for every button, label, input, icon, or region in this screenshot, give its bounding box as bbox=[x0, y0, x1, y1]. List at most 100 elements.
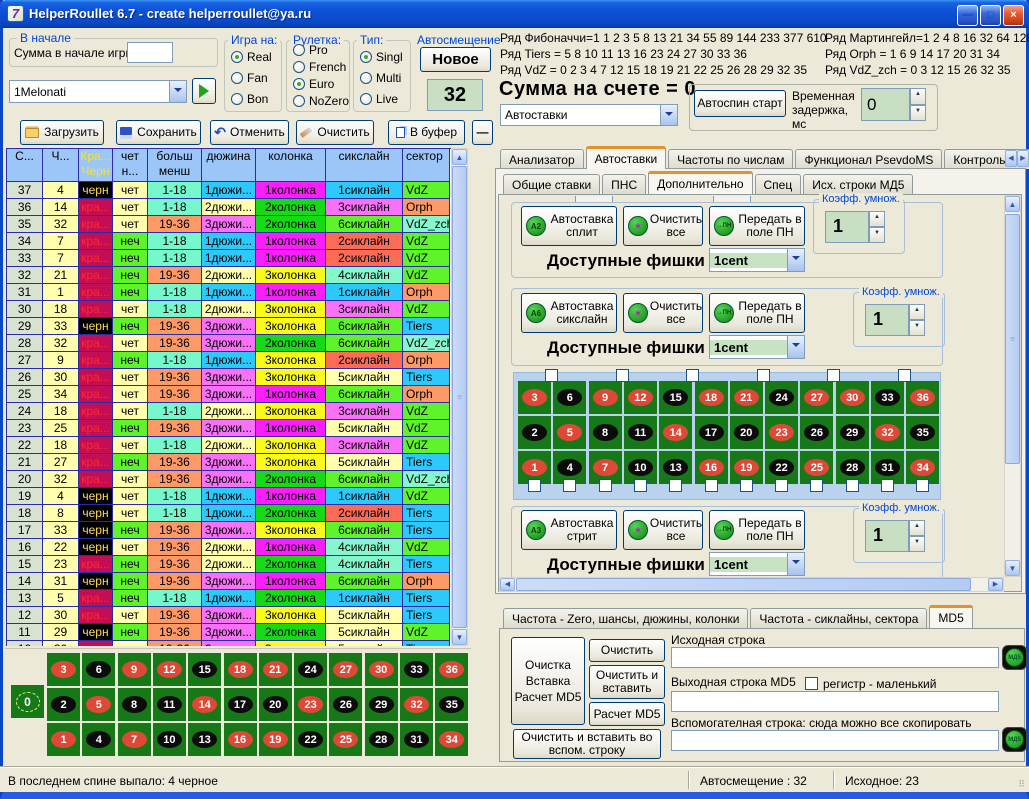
scroll-down-icon[interactable]: ▼ bbox=[452, 629, 467, 645]
autobet-split-button[interactable]: A2 Автоставка сплит bbox=[521, 206, 617, 246]
md5-clear-paste-button[interactable]: Очистить и вставить bbox=[589, 665, 665, 699]
pane-hscrollbar[interactable]: ◀ ▶ bbox=[499, 577, 1004, 592]
radio-option-singl[interactable]: Singl bbox=[360, 48, 403, 65]
md5-run-button-1[interactable]: МД5 bbox=[1002, 645, 1027, 670]
board-cell-28[interactable]: 28 bbox=[365, 723, 398, 756]
transfer-button-1[interactable]: →ПН Передать в поле ПН bbox=[709, 206, 805, 246]
scroll-right-icon[interactable]: ▶ bbox=[988, 578, 1003, 591]
board-cell-32[interactable]: 32 bbox=[400, 688, 433, 721]
street-checkbox[interactable] bbox=[810, 479, 823, 492]
clear-button[interactable]: Очистить bbox=[296, 120, 374, 145]
street-checkbox[interactable] bbox=[563, 479, 576, 492]
tab-исх-строки-мд5[interactable]: Исх. строки МД5 bbox=[803, 174, 913, 194]
radio-option-live[interactable]: Live bbox=[360, 90, 403, 107]
clear-all-button-1[interactable]: ✶ Очистить все bbox=[623, 206, 703, 246]
mini-board-cell-36[interactable]: 36 bbox=[906, 381, 939, 414]
board-cell-10[interactable]: 10 bbox=[153, 723, 186, 756]
board-cell-30[interactable]: 30 bbox=[365, 653, 398, 686]
buffer-button[interactable]: В буфер bbox=[388, 120, 465, 145]
board-cell-7[interactable]: 7 bbox=[118, 723, 151, 756]
collapse-button[interactable]: — bbox=[472, 120, 493, 145]
tab-функционал-psevdoms[interactable]: Функционал PsevdoMS bbox=[795, 149, 942, 169]
spin-down-icon[interactable]: ▼ bbox=[910, 105, 926, 122]
board-cell-25[interactable]: 25 bbox=[329, 723, 362, 756]
tabs-scroll-right-icon[interactable]: ▶ bbox=[1017, 150, 1029, 167]
board-cell-5[interactable]: 5 bbox=[82, 688, 115, 721]
chips-combo-3[interactable]: 1cent bbox=[709, 552, 805, 576]
load-button[interactable]: Загрузить bbox=[20, 120, 104, 145]
board-cell-4[interactable]: 4 bbox=[82, 723, 115, 756]
clear-all-button-2[interactable]: ✶ Очистить все bbox=[623, 293, 703, 333]
board-cell-2[interactable]: 2 bbox=[47, 688, 80, 721]
mini-board-cell-12[interactable]: 12 bbox=[624, 381, 657, 414]
autobet-sixline-button[interactable]: A6 Автоставка сикслайн bbox=[521, 293, 617, 333]
sixline-checkbox[interactable] bbox=[686, 369, 699, 382]
md5-clear-button[interactable]: Очистить bbox=[589, 639, 665, 662]
board-cell-20[interactable]: 20 bbox=[259, 688, 292, 721]
street-checkbox[interactable] bbox=[881, 479, 894, 492]
board-cell-15[interactable]: 15 bbox=[188, 653, 221, 686]
board-cell-8[interactable]: 8 bbox=[118, 688, 151, 721]
mini-board-cell-33[interactable]: 33 bbox=[871, 381, 904, 414]
spin-up-icon[interactable]: ▲ bbox=[910, 88, 926, 105]
mini-board-cell-6[interactable]: 6 bbox=[553, 381, 586, 414]
scroll-down-icon[interactable]: ▼ bbox=[1005, 560, 1020, 576]
mini-board-cell-17[interactable]: 17 bbox=[695, 416, 728, 449]
board-cell-21[interactable]: 21 bbox=[259, 653, 292, 686]
radio-icon[interactable] bbox=[293, 78, 305, 90]
md5-calc-button[interactable]: Расчет MD5 bbox=[589, 702, 665, 726]
radio-option-real[interactable]: Real bbox=[231, 48, 272, 65]
chevron-down-icon[interactable] bbox=[169, 81, 186, 102]
mini-board-cell-29[interactable]: 29 bbox=[836, 416, 869, 449]
mini-board-cell-26[interactable]: 26 bbox=[800, 416, 833, 449]
mini-board-cell-18[interactable]: 18 bbox=[695, 381, 728, 414]
sixline-checkbox[interactable] bbox=[616, 369, 629, 382]
chevron-down-icon[interactable] bbox=[787, 249, 804, 271]
radio-icon[interactable] bbox=[293, 61, 305, 73]
transfer-button-3[interactable]: →ПН Передать в поле ПН bbox=[709, 510, 805, 550]
mini-board-cell-14[interactable]: 14 bbox=[659, 416, 692, 449]
board-cell-17[interactable]: 17 bbox=[224, 688, 257, 721]
mini-board-cell-3[interactable]: 3 bbox=[518, 381, 551, 414]
sixline-checkbox[interactable] bbox=[898, 369, 911, 382]
scroll-left-icon[interactable]: ◀ bbox=[500, 578, 515, 591]
board-cell-12[interactable]: 12 bbox=[153, 653, 186, 686]
chevron-down-icon[interactable] bbox=[787, 553, 804, 575]
board-cell-16[interactable]: 16 bbox=[224, 723, 257, 756]
mini-board-cell-35[interactable]: 35 bbox=[906, 416, 939, 449]
radio-option-pro[interactable]: Pro bbox=[293, 41, 349, 58]
chevron-down-icon[interactable] bbox=[660, 105, 677, 125]
mini-board-cell-21[interactable]: 21 bbox=[730, 381, 763, 414]
koeff-spinner-1[interactable]: ▲ ▼ bbox=[869, 211, 885, 243]
radio-icon[interactable] bbox=[231, 72, 243, 84]
board-cell-19[interactable]: 19 bbox=[259, 723, 292, 756]
chips-combo-1[interactable]: 1cent bbox=[709, 248, 805, 272]
tab-пнс[interactable]: ПНС bbox=[602, 174, 646, 194]
mini-board-cell-24[interactable]: 24 bbox=[765, 381, 798, 414]
board-cell-33[interactable]: 33 bbox=[400, 653, 433, 686]
board-cell-26[interactable]: 26 bbox=[329, 688, 362, 721]
radio-option-bon[interactable]: Bon bbox=[231, 90, 272, 107]
radio-option-fan[interactable]: Fan bbox=[231, 69, 272, 86]
board-cell-18[interactable]: 18 bbox=[224, 653, 257, 686]
street-checkbox[interactable] bbox=[740, 479, 753, 492]
chips-combo-2[interactable]: 1cent bbox=[709, 335, 805, 359]
mode-combo[interactable]: Автоставки bbox=[500, 104, 678, 126]
street-checkbox[interactable] bbox=[634, 479, 647, 492]
md5-source-input[interactable] bbox=[671, 647, 999, 668]
mini-board-cell-8[interactable]: 8 bbox=[589, 416, 622, 449]
mini-board-cell-11[interactable]: 11 bbox=[624, 416, 657, 449]
scroll-up-icon[interactable]: ▲ bbox=[452, 149, 467, 165]
street-checkbox[interactable] bbox=[705, 479, 718, 492]
mini-board-cell-2[interactable]: 2 bbox=[518, 416, 551, 449]
profile-combo[interactable]: 1Melonati bbox=[9, 80, 187, 103]
tab-дополнительно[interactable]: Дополнительно bbox=[648, 171, 752, 194]
play-button[interactable] bbox=[192, 78, 216, 104]
street-checkbox[interactable] bbox=[669, 479, 682, 492]
spin-down-icon[interactable]: ▼ bbox=[869, 227, 885, 243]
tab-общие-ставки[interactable]: Общие ставки bbox=[503, 174, 600, 194]
radio-icon[interactable] bbox=[231, 93, 243, 105]
board-cell-11[interactable]: 11 bbox=[153, 688, 186, 721]
clear-all-button-3[interactable]: ✶ Очистить все bbox=[623, 510, 703, 550]
table-scroll-thumb[interactable]: ≡ bbox=[452, 166, 467, 628]
